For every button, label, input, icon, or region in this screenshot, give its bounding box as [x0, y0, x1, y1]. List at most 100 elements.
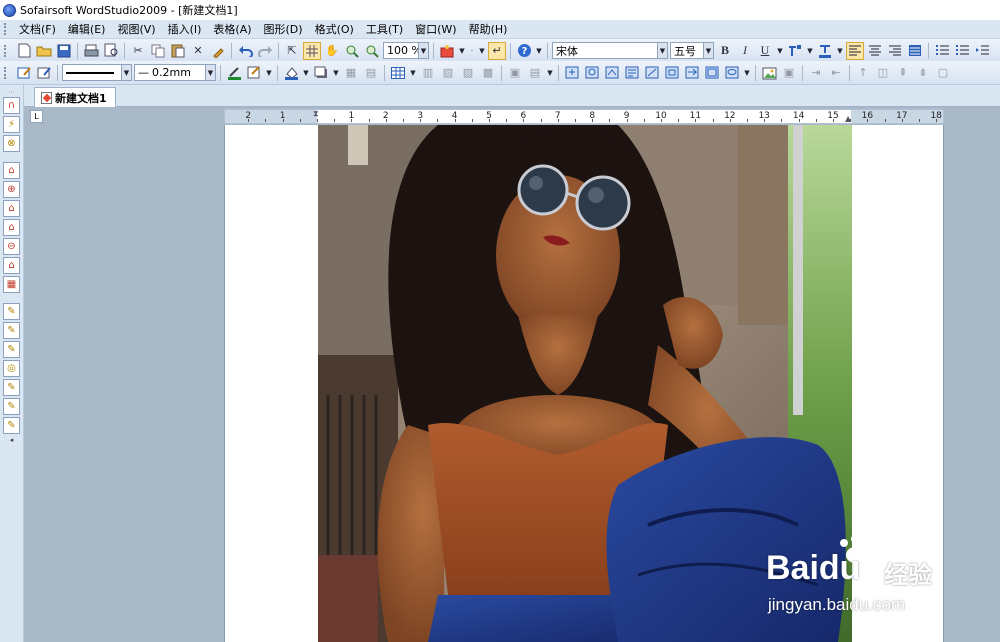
grid-icon[interactable]: [303, 41, 321, 60]
zoom-select[interactable]: 100 % ▼: [383, 42, 429, 59]
chevron-down-icon[interactable]: ▼: [535, 47, 543, 55]
align-center-icon[interactable]: [866, 42, 884, 60]
menu-insert[interactable]: 插入(I): [162, 20, 208, 39]
anchor-2-icon[interactable]: ⊕: [3, 181, 20, 198]
tab-new-document-1[interactable]: 新建文档1: [34, 87, 116, 107]
shape-4-icon[interactable]: [623, 64, 641, 82]
anchor-5-icon[interactable]: ⊖: [3, 238, 20, 255]
paste-icon[interactable]: [169, 42, 187, 60]
menu-tools[interactable]: 工具(T): [360, 20, 409, 39]
chevron-down-icon[interactable]: ▼: [836, 47, 844, 55]
lightning-icon[interactable]: ⚡: [3, 116, 20, 133]
paragraph-marks-icon[interactable]: ↵: [488, 41, 506, 60]
numbered-list-icon[interactable]: [953, 42, 971, 60]
menu-table[interactable]: 表格(A): [207, 20, 257, 39]
menu-document[interactable]: 文档(F): [13, 20, 62, 39]
copy-icon[interactable]: [149, 42, 167, 60]
ruler-tick: [471, 119, 473, 122]
anchor-3-icon[interactable]: ⌂: [3, 200, 20, 217]
help-icon[interactable]: ?: [515, 42, 533, 60]
chevron-down-icon[interactable]: ▼: [332, 69, 340, 77]
indent-icon[interactable]: [973, 42, 991, 60]
delete-icon[interactable]: ✕: [189, 42, 207, 60]
underline-button[interactable]: U: [756, 42, 774, 60]
redo-icon[interactable]: [256, 42, 274, 60]
chevron-down-icon[interactable]: ▼: [478, 47, 486, 55]
fill-color-icon[interactable]: [282, 64, 300, 82]
menu-view[interactable]: 视图(V): [111, 20, 161, 39]
line-color-icon[interactable]: [225, 64, 243, 82]
hand-tool-icon[interactable]: ✋: [323, 42, 341, 60]
symbol-icon[interactable]: ⊗: [3, 135, 20, 152]
chevron-down-icon[interactable]: ▼: [806, 47, 814, 55]
menu-format[interactable]: 格式(O): [309, 20, 360, 39]
superscript-icon[interactable]: [786, 42, 804, 60]
pen-1-icon[interactable]: ✎: [3, 303, 20, 320]
align-left-icon[interactable]: [846, 41, 864, 60]
shape-1-icon[interactable]: [563, 64, 581, 82]
chevron-down-icon[interactable]: ▼: [265, 69, 273, 77]
new-document-icon[interactable]: [15, 42, 33, 60]
menu-graphics[interactable]: 图形(D): [258, 20, 309, 39]
align-right-icon[interactable]: [886, 42, 904, 60]
shadow-icon[interactable]: [312, 64, 330, 82]
pen-3-icon[interactable]: ✎: [3, 341, 20, 358]
font-size-select[interactable]: 五号 ▼: [670, 42, 714, 59]
tab-stop-selector-icon[interactable]: L: [30, 110, 43, 123]
shape-9-icon[interactable]: [723, 64, 741, 82]
edit-text-icon[interactable]: [35, 64, 53, 82]
pen-2-icon[interactable]: ✎: [3, 322, 20, 339]
bold-button[interactable]: B: [716, 42, 734, 60]
insert-picture-icon[interactable]: [760, 64, 778, 82]
italic-button[interactable]: I: [736, 42, 754, 60]
line-style-select[interactable]: ▼: [62, 64, 132, 81]
left-indent-marker-icon[interactable]: ⧗: [313, 109, 321, 118]
shape-2-icon[interactable]: [583, 64, 601, 82]
line-width-select[interactable]: — 0.2mm ▼: [134, 64, 216, 81]
horizontal-ruler[interactable]: ⧗ ▲ 2 1 1 2 3 4 5 6 7 8 9 10 11 12 13 14 15 16 17 18: [224, 109, 944, 124]
undo-icon[interactable]: [236, 42, 254, 60]
magnet-icon[interactable]: ∩: [3, 97, 20, 114]
save-icon[interactable]: [55, 42, 73, 60]
zoom-in-icon[interactable]: [343, 42, 361, 60]
bullet-list-icon[interactable]: [933, 42, 951, 60]
pen-5-icon[interactable]: ✎: [3, 379, 20, 396]
chevron-down-icon[interactable]: ▼: [776, 47, 784, 55]
chevron-down-icon[interactable]: ▼: [409, 69, 417, 77]
open-folder-icon[interactable]: [35, 42, 53, 60]
print-icon[interactable]: [82, 42, 100, 60]
font-name-select[interactable]: 宋体 ▼: [552, 42, 668, 59]
chevron-down-icon[interactable]: ▼: [458, 47, 466, 55]
anchor-4-icon[interactable]: ⌂: [3, 219, 20, 236]
cut-icon[interactable]: ✂: [129, 42, 147, 60]
chevron-down-icon[interactable]: ▼: [546, 69, 554, 77]
insert-object-icon[interactable]: [438, 42, 456, 60]
shape-7-icon[interactable]: [683, 64, 701, 82]
font-color-icon[interactable]: [816, 42, 834, 60]
menu-edit[interactable]: 编辑(E): [62, 20, 112, 39]
chevron-down-icon[interactable]: ▼: [743, 69, 751, 77]
select-tool-icon[interactable]: ⇱: [283, 42, 301, 60]
shape-3-icon[interactable]: [603, 64, 621, 82]
edit-frame-icon[interactable]: [15, 64, 33, 82]
menu-help[interactable]: 帮助(H): [463, 20, 514, 39]
menu-window[interactable]: 窗口(W): [409, 20, 462, 39]
pen-4-icon[interactable]: ◎: [3, 360, 20, 377]
fill-pattern-icon[interactable]: [245, 64, 263, 82]
zoom-out-icon[interactable]: [363, 42, 381, 60]
shape-5-icon[interactable]: [643, 64, 661, 82]
right-indent-marker-icon[interactable]: ▲: [845, 114, 853, 123]
shape-8-icon[interactable]: [703, 64, 721, 82]
pen-7-icon[interactable]: ✎: [3, 417, 20, 434]
left-toolbar-more-icon[interactable]: ◂: [3, 436, 20, 444]
print-preview-icon[interactable]: [102, 42, 120, 60]
shape-6-icon[interactable]: [663, 64, 681, 82]
anchor-6-icon[interactable]: ⌂: [3, 257, 20, 274]
format-painter-icon[interactable]: [209, 42, 227, 60]
chevron-down-icon[interactable]: ▼: [302, 69, 310, 77]
anchor-1-icon[interactable]: ⌂: [3, 162, 20, 179]
justify-icon[interactable]: [906, 42, 924, 60]
insert-table-icon[interactable]: [389, 64, 407, 82]
pen-6-icon[interactable]: ✎: [3, 398, 20, 415]
anchor-7-icon[interactable]: ▦: [3, 276, 20, 293]
